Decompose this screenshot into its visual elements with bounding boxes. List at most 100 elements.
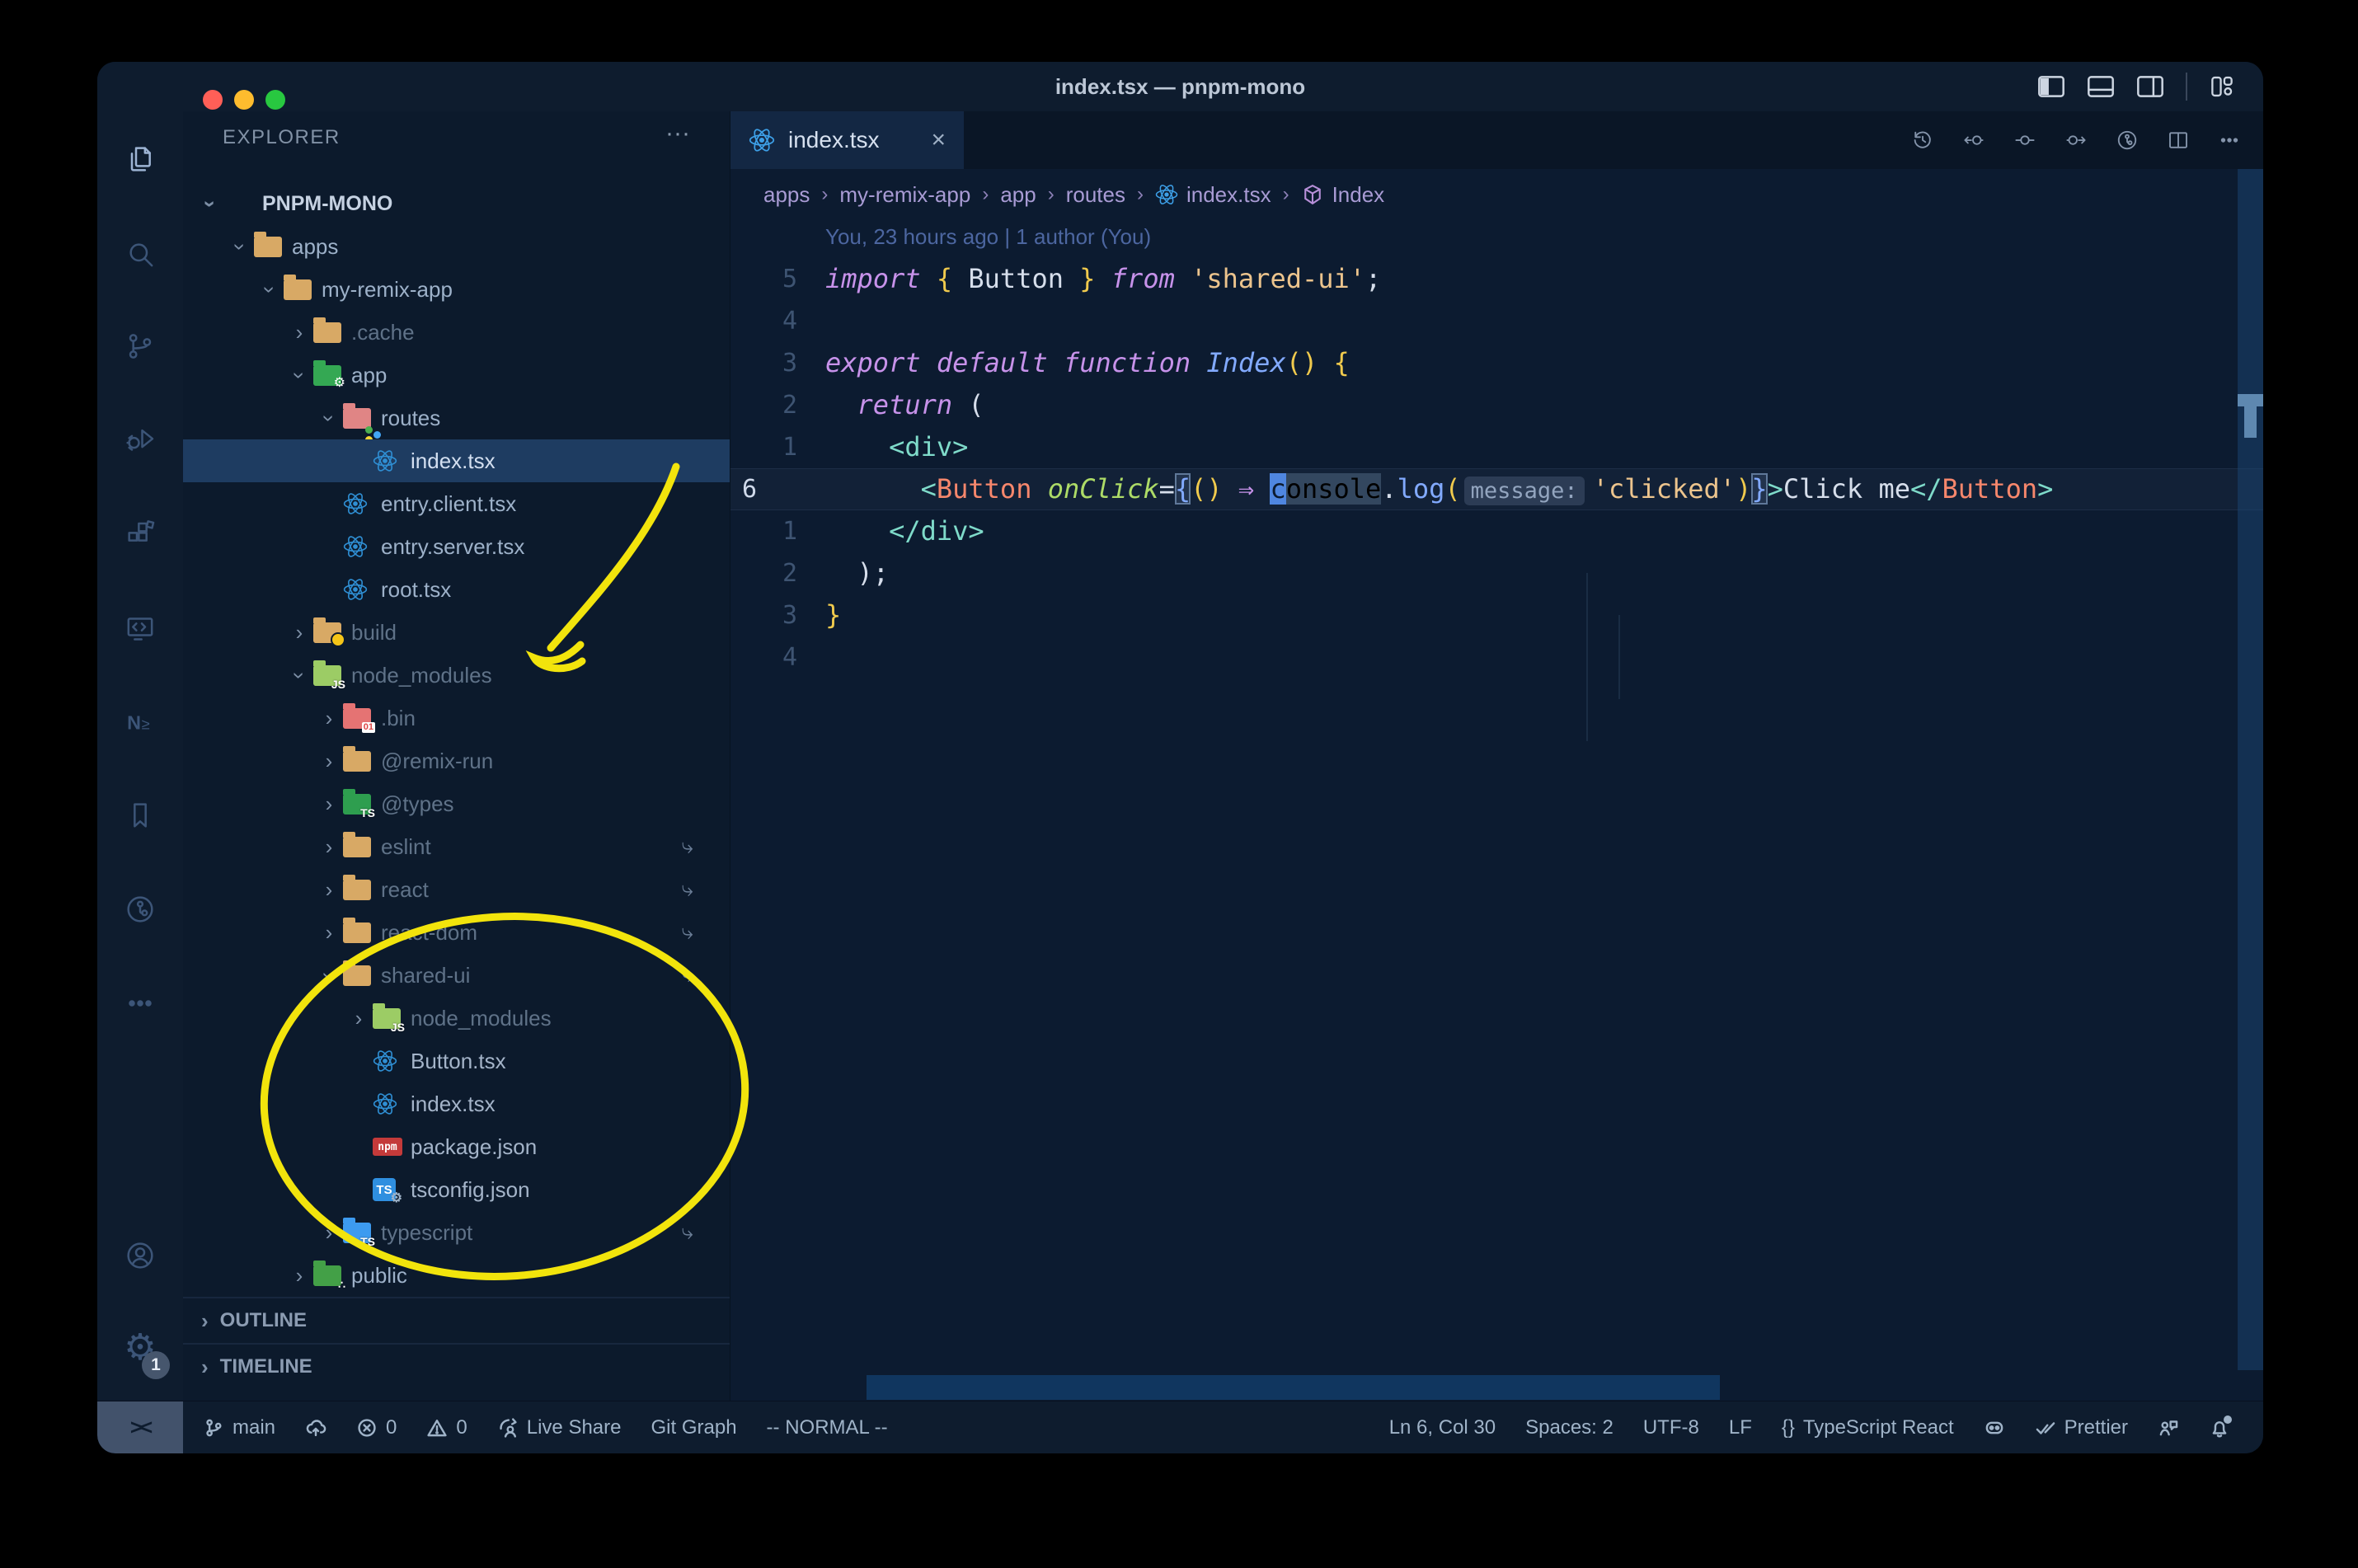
vertical-scrollbar[interactable] xyxy=(2238,169,2263,1370)
status-git-branch[interactable]: main xyxy=(203,1416,275,1439)
tree-item-node-modules[interactable]: › JS node_modules xyxy=(183,654,730,697)
breadcrumb-item-my-remix-app[interactable]: my-remix-app xyxy=(839,182,970,208)
chevron-down-icon: › xyxy=(287,371,312,379)
code-line[interactable]: 3 export default function Index() { xyxy=(730,342,2263,384)
code-line[interactable]: 1 </div> xyxy=(730,510,2263,552)
tree-item-typescript[interactable]: › TS typescript ⤷ xyxy=(183,1211,730,1254)
close-tab-icon[interactable]: × xyxy=(931,126,946,154)
changes-icon[interactable] xyxy=(2013,128,2037,153)
tree-item-root-tsx[interactable]: root.tsx xyxy=(183,568,730,611)
sidebar-more-actions-icon[interactable]: ··· xyxy=(665,120,690,148)
status-live-share[interactable]: Live Share xyxy=(497,1416,622,1439)
tree-item-react[interactable]: › react ⤷ xyxy=(183,868,730,911)
bookmarks-icon[interactable] xyxy=(97,776,183,855)
status-notifications[interactable] xyxy=(2209,1415,2232,1439)
status-vim-mode[interactable]: -- NORMAL -- xyxy=(767,1416,888,1439)
code-line[interactable]: 4 xyxy=(730,636,2263,678)
code-line[interactable]: 2 return ( xyxy=(730,384,2263,426)
tree-item-node-modules[interactable]: › JS node_modules xyxy=(183,997,730,1040)
explorer-icon[interactable] xyxy=(97,120,183,199)
settings-icon[interactable]: ⚙ 1 xyxy=(97,1308,183,1387)
workbench: N ≥ ⚙ 1 EXPLORER ··· › PNPM-MONO › apps › my-rem… xyxy=(97,111,2263,1401)
status-warnings[interactable]: 0 xyxy=(426,1416,467,1439)
tree-item-build[interactable]: › build xyxy=(183,611,730,654)
extensions-icon[interactable] xyxy=(97,495,183,574)
status-indentation[interactable]: Spaces: 2 xyxy=(1525,1416,1613,1439)
tree-item-index-tsx[interactable]: index.tsx xyxy=(183,439,730,482)
tree-item-eslint[interactable]: › eslint ⤷ xyxy=(183,825,730,868)
search-icon[interactable] xyxy=(97,214,183,293)
tree-item-apps[interactable]: › apps xyxy=(183,225,730,268)
more-views-icon[interactable] xyxy=(97,964,183,1043)
customize-layout-icon[interactable] xyxy=(2209,75,2235,98)
run-and-debug-icon[interactable] xyxy=(97,400,183,479)
split-editor-icon[interactable] xyxy=(2166,128,2191,153)
code-line[interactable]: 1 <div> xyxy=(730,426,2263,468)
status-git-graph[interactable]: Git Graph xyxy=(651,1416,737,1439)
breadcrumb-item-routes[interactable]: routes xyxy=(1066,182,1125,208)
tree-item-entry-server-tsx[interactable]: entry.server.tsx xyxy=(183,525,730,568)
section-timeline[interactable]: › TIMELINE xyxy=(183,1343,730,1389)
horizontal-scrollbar[interactable] xyxy=(867,1375,1720,1400)
tree-item-tsconfig-json[interactable]: TS ⚙ tsconfig.json xyxy=(183,1168,730,1211)
tree-item-my-remix-app[interactable]: › my-remix-app xyxy=(183,268,730,311)
toggle-sidebar-icon[interactable] xyxy=(2037,75,2065,98)
status-formatter-prettier[interactable]: Prettier xyxy=(2035,1416,2128,1439)
tree-item-button-tsx[interactable]: Button.tsx xyxy=(183,1040,730,1082)
more-actions-icon[interactable] xyxy=(2217,128,2242,153)
tree-item-react-dom[interactable]: › react-dom ⤷ xyxy=(183,911,730,954)
tab-bar: index.tsx × xyxy=(730,111,2263,169)
remote-explorer-icon[interactable] xyxy=(97,589,183,669)
breadcrumb-item-index[interactable]: Index xyxy=(1301,182,1384,208)
tree-item-index-tsx[interactable]: index.tsx xyxy=(183,1082,730,1125)
code-line[interactable]: 3} xyxy=(730,594,2263,636)
next-change-icon[interactable] xyxy=(2064,128,2088,153)
gitlens-icon[interactable] xyxy=(2115,128,2140,153)
section-outline[interactable]: › OUTLINE xyxy=(183,1297,730,1343)
toggle-secondary-sidebar-icon[interactable] xyxy=(2136,75,2164,98)
react-icon xyxy=(373,448,411,473)
status-cursor-position[interactable]: Ln 6, Col 30 xyxy=(1389,1416,1496,1439)
tree-item-entry-client-tsx[interactable]: entry.client.tsx xyxy=(183,482,730,525)
tree-item--remix-run[interactable]: › @remix-run xyxy=(183,739,730,782)
tree-item-public[interactable]: › ∴ public xyxy=(183,1254,730,1297)
status-copilot[interactable] xyxy=(1984,1417,2005,1439)
tree-item-label: react-dom xyxy=(381,919,478,945)
code-text: <div> xyxy=(825,431,969,462)
nx-console-icon[interactable]: N ≥ xyxy=(97,683,183,762)
line-number: 2 xyxy=(782,559,797,588)
status-feedback[interactable] xyxy=(2158,1417,2179,1439)
status-errors[interactable]: 0 xyxy=(356,1416,397,1439)
code-text: import { Button } from 'shared-ui'; xyxy=(825,263,1382,294)
source-control-icon[interactable] xyxy=(97,307,183,386)
tree-item--bin[interactable]: › 01 .bin xyxy=(183,697,730,739)
gitlens-icon[interactable] xyxy=(97,870,183,949)
accounts-icon[interactable] xyxy=(97,1216,183,1295)
previous-change-icon[interactable] xyxy=(1961,128,1986,153)
tree-item-shared-ui[interactable]: › shared-ui ⤷ xyxy=(183,954,730,997)
status-sync[interactable] xyxy=(305,1417,326,1439)
code-line[interactable]: 5 import { Button } from 'shared-ui'; xyxy=(730,258,2263,300)
breadcrumb-item-index-tsx[interactable]: index.tsx xyxy=(1155,182,1271,208)
folder-build-icon xyxy=(313,617,351,647)
code-line[interactable]: 2 ); xyxy=(730,552,2263,594)
tree-item--types[interactable]: › TS @types xyxy=(183,782,730,825)
tree-item-routes[interactable]: › routes xyxy=(183,397,730,444)
code-editor[interactable]: You, 23 hours ago | 1 author (You) 5 impo… xyxy=(730,216,2263,678)
code-line-current[interactable]: 6 <Button onClick={() ⇒ console.log(mess… xyxy=(730,468,2263,510)
remote-indicator[interactable]: >< xyxy=(97,1401,183,1453)
status-eol[interactable]: LF xyxy=(1729,1416,1752,1439)
history-icon[interactable] xyxy=(1910,128,1935,153)
code-line[interactable]: 4 xyxy=(730,300,2263,342)
breadcrumb-item-apps[interactable]: apps xyxy=(763,182,810,208)
status-language-mode[interactable]: {} TypeScript React xyxy=(1782,1416,1954,1439)
toggle-panel-icon[interactable] xyxy=(2087,75,2115,98)
tree-item--cache[interactable]: › .cache xyxy=(183,311,730,354)
tree-item-pnpm-mono[interactable]: › PNPM-MONO xyxy=(183,182,730,225)
tree-item-app[interactable]: › ⚙ app xyxy=(183,354,730,397)
tab-index-tsx[interactable]: index.tsx × xyxy=(730,111,964,169)
status-encoding[interactable]: UTF-8 xyxy=(1643,1416,1699,1439)
breadcrumb-item-app[interactable]: app xyxy=(1000,182,1036,208)
tree-item-package-json[interactable]: npm package.json xyxy=(183,1125,730,1168)
line-number: 3 xyxy=(782,601,797,630)
